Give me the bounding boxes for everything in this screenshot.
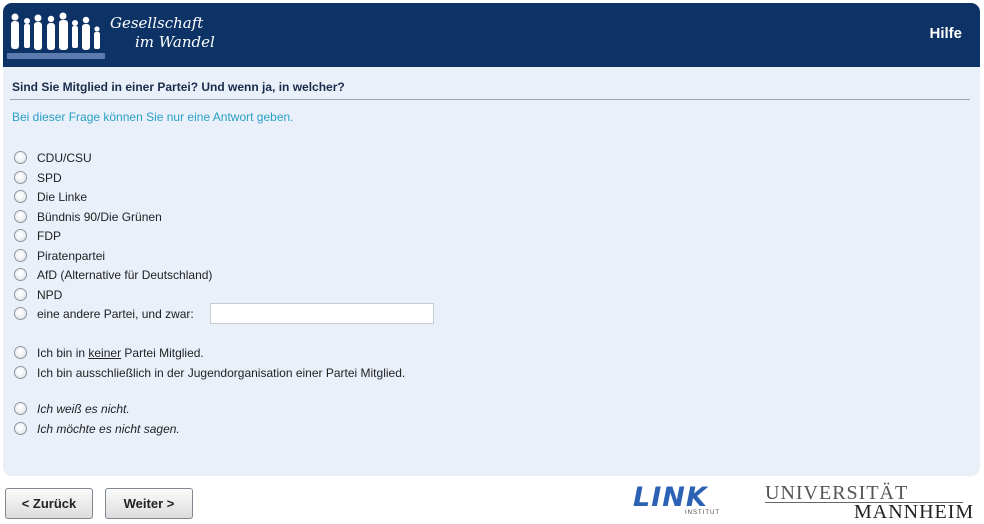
option-label: eine andere Partei, und zwar: xyxy=(37,307,194,321)
label-part-pre: Ich bin in xyxy=(37,346,89,360)
question-instruction: Bei dieser Frage können Sie nur eine Ant… xyxy=(12,110,294,124)
option-label: Piratenpartei xyxy=(37,249,106,263)
label-part-underlined: keiner xyxy=(88,346,122,360)
option-label: CDU/CSU xyxy=(37,151,92,165)
people-silhouettes-logo xyxy=(7,12,105,59)
question-divider xyxy=(10,99,970,100)
option-label: Ich weiß es nicht. xyxy=(37,402,130,416)
link-institut-subtext: INSTITUT xyxy=(685,510,720,516)
radio-button[interactable] xyxy=(14,346,27,359)
link-institut-logo: LINK xyxy=(633,482,708,513)
option-label: NPD xyxy=(37,288,63,302)
university-logo-line-2: MANNHEIM xyxy=(854,501,975,523)
brand-line-2: im Wandel xyxy=(135,33,215,51)
radio-button[interactable] xyxy=(14,268,27,281)
radio-button[interactable] xyxy=(14,210,27,223)
radio-button[interactable] xyxy=(14,366,27,379)
radio-button[interactable] xyxy=(14,249,27,262)
option-label: AfD (Alternative für Deutschland) xyxy=(37,268,213,282)
help-link[interactable]: Hilfe xyxy=(929,25,962,42)
radio-button[interactable] xyxy=(14,190,27,203)
brand-title: Gesellschaft im Wandel xyxy=(110,14,215,52)
header-bar: Gesellschaft im Wandel Hilfe xyxy=(3,3,980,67)
survey-panel: Gesellschaft im Wandel Hilfe Sind Sie Mi… xyxy=(3,3,980,476)
next-button[interactable]: Weiter > xyxy=(105,488,193,519)
other-party-input[interactable] xyxy=(210,303,434,324)
radio-button[interactable] xyxy=(14,307,27,320)
brand-line-1: Gesellschaft xyxy=(110,14,204,32)
option-label: Die Linke xyxy=(37,190,88,204)
radio-button[interactable] xyxy=(14,171,27,184)
radio-button[interactable] xyxy=(14,288,27,301)
option-label: Ich bin ausschließlich in der Jugendorga… xyxy=(37,366,406,380)
option-label: FDP xyxy=(37,229,61,243)
option-label: Bündnis 90/Die Grünen xyxy=(37,210,162,224)
radio-button[interactable] xyxy=(14,422,27,435)
radio-button[interactable] xyxy=(14,402,27,415)
radio-button[interactable] xyxy=(14,151,27,164)
radio-button[interactable] xyxy=(14,229,27,242)
back-button[interactable]: < Zurück xyxy=(5,488,93,519)
option-label: SPD xyxy=(37,171,62,185)
question-title: Sind Sie Mitglied in einer Partei? Und w… xyxy=(12,80,345,94)
label-part-post: Partei Mitglied. xyxy=(121,346,204,360)
option-label: Ich bin in keiner Partei Mitglied. xyxy=(37,345,204,361)
option-label: Ich möchte es nicht sagen. xyxy=(37,422,180,436)
